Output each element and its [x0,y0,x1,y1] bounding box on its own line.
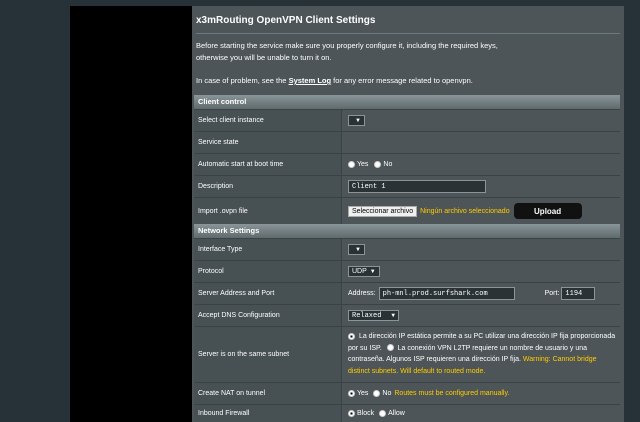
protocol-label: Protocol [194,261,342,282]
firewall-block-label: Block [357,410,375,417]
nat-yes-radio[interactable] [348,390,355,397]
intro-line-1: Before starting the service make sure yo… [196,41,498,50]
auto-start-yes-label: Yes [357,161,369,168]
auto-start-label: Automatic start at boot time [194,154,342,175]
nat-yes-label: Yes [357,390,369,397]
server-port-input[interactable]: 1194 [561,287,596,300]
address-label: Address: [348,290,376,297]
import-ovpn-label: Import .ovpn file [194,198,342,224]
firewall-allow-label: Allow [388,410,405,417]
side-menu-panel [70,6,192,422]
protocol-value: UDP [352,268,367,275]
same-subnet-opt1-radio[interactable] [348,332,355,340]
firewall-block-radio[interactable] [348,410,355,417]
create-nat-row: Create NAT on tunnel Yes No Routes must … [194,382,620,404]
service-state-label: Service state [194,132,342,153]
firewall-allow-radio[interactable] [379,410,387,417]
system-log-link[interactable]: System Log [289,76,332,85]
select-instance-row: Select client instance ▼ [194,109,620,131]
port-label: Port: [544,290,560,297]
chevron-down-icon: ▼ [355,246,361,253]
interface-type-row: Interface Type ▼ [194,238,620,260]
description-input[interactable]: Client 1 [348,180,486,193]
dns-config-label: Accept DNS Configuration [194,305,342,326]
server-address-input[interactable]: ph-mnl.prod.surfshark.com [378,287,515,300]
auto-start-no-radio[interactable] [374,161,382,168]
problem-text: In case of problem, see the System Log f… [196,75,473,87]
server-address-label: Server Address and Port [194,283,342,304]
client-instance-select[interactable]: ▼ [348,115,365,126]
protocol-select[interactable]: UDP ▼ [348,266,380,277]
upload-button[interactable]: Upload [513,203,582,219]
protocol-row: Protocol UDP ▼ [194,260,620,282]
create-nat-label: Create NAT on tunnel [194,383,342,404]
chevron-down-icon: ▼ [355,117,361,124]
right-background [624,0,640,422]
nat-note: Routes must be configured manually. [394,390,510,397]
dns-config-row: Accept DNS Configuration Relaxed ▼ [194,304,620,326]
same-subnet-label: Server is on the same subnet [194,327,342,382]
dns-config-value: Relaxed [352,311,382,320]
intro-line-2: otherwise you will be unable to turn it … [196,53,332,62]
same-subnet-opt2-radio[interactable] [386,344,394,352]
auto-start-no-label: No [383,161,393,168]
import-ovpn-row: Import .ovpn file Seleccionar archivo Ni… [194,197,620,224]
left-background [0,0,70,422]
interface-type-label: Interface Type [194,239,342,260]
network-settings-header: Network Settings [194,224,620,238]
description-label: Description [194,176,342,197]
interface-type-select[interactable]: ▼ [348,244,365,255]
select-instance-label: Select client instance [194,110,342,131]
choose-file-button[interactable]: Seleccionar archivo [348,205,418,217]
problem-prefix: In case of problem, see the [196,76,289,85]
auto-start-yes-radio[interactable] [348,161,355,168]
chevron-down-icon: ▼ [391,312,396,319]
inbound-firewall-row: Inbound Firewall Block Allow [194,404,620,422]
same-subnet-row: Server is on the same subnet La direcció… [194,326,620,382]
problem-suffix: for any error message related to openvpn… [331,76,473,85]
client-control-header: Client control [194,95,620,109]
description-row: Description Client 1 [194,175,620,197]
inbound-firewall-label: Inbound Firewall [194,405,342,422]
file-status-text: Ningún archivo seleccionado [420,207,510,215]
service-state-row: Service state [194,131,620,153]
server-address-row: Server Address and Port Address: ph-mnl.… [194,282,620,304]
dns-config-select[interactable]: Relaxed ▼ [348,310,400,321]
title-divider [196,33,620,34]
auto-start-row: Automatic start at boot time Yes No [194,153,620,175]
nat-no-radio[interactable] [373,390,381,397]
chevron-down-icon: ▼ [369,268,376,275]
nat-no-label: No [382,390,392,397]
page-title: x3mRouting OpenVPN Client Settings [196,15,376,26]
